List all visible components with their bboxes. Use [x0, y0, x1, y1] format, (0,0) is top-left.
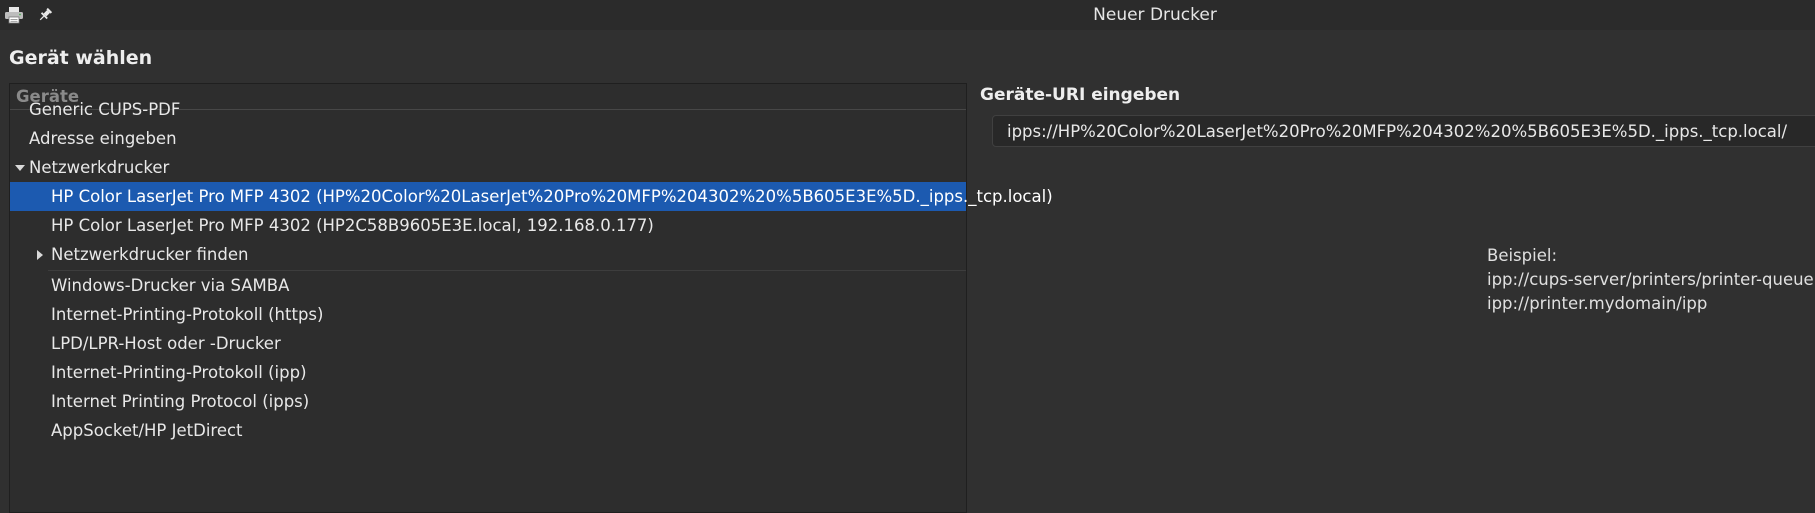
- device-tree[interactable]: Geräte Generic CUPS-PDF Adresse eingeben…: [9, 83, 1053, 513]
- example-line: ipp://cups-server/printers/printer-queue: [1487, 270, 1814, 289]
- device-item-find-network-printer[interactable]: Netzwerkdrucker finden: [10, 240, 966, 269]
- device-item-ipp-https[interactable]: Internet-Printing-Protokoll (https): [10, 300, 966, 329]
- list-item-label: Windows-Drucker via SAMBA: [51, 276, 290, 295]
- list-item-label: Netzwerkdrucker: [29, 158, 170, 177]
- list-item-label: Internet-Printing-Protokoll (ipp): [51, 363, 307, 382]
- example-title: Beispiel:: [1487, 246, 1558, 265]
- list-item-label: HP Color LaserJet Pro MFP 4302 (HP%20Col…: [51, 187, 1053, 206]
- page-heading: Gerät wählen: [9, 47, 153, 69]
- expand-arrow-down-icon[interactable]: [15, 165, 25, 171]
- title-bar: Neuer Drucker: [0, 0, 1815, 30]
- list-item-label: Internet Printing Protocol (ipps): [51, 392, 310, 411]
- device-uri-input[interactable]: [992, 115, 1815, 147]
- list-item-label: AppSocket/HP JetDirect: [51, 421, 243, 440]
- list-item-label: Netzwerkdrucker finden: [51, 245, 249, 264]
- list-item-label: HP Color LaserJet Pro MFP 4302 (HP2C58B9…: [51, 216, 654, 235]
- list-item-label: LPD/LPR-Host oder -Drucker: [51, 334, 281, 353]
- device-item-appsocket[interactable]: AppSocket/HP JetDirect: [10, 416, 966, 445]
- device-item-ipp[interactable]: Internet-Printing-Protokoll (ipp): [10, 358, 966, 387]
- list-item-label: Internet-Printing-Protokoll (https): [51, 305, 324, 324]
- device-item-network-printers[interactable]: Netzwerkdrucker: [10, 153, 966, 182]
- device-item-ipps[interactable]: Internet Printing Protocol (ipps): [10, 387, 966, 416]
- device-item-hp-local[interactable]: HP Color LaserJet Pro MFP 4302 (HP2C58B9…: [10, 211, 966, 240]
- list-item-label: Adresse eingeben: [29, 129, 177, 148]
- device-item-hp-ipps[interactable]: HP Color LaserJet Pro MFP 4302 (HP%20Col…: [10, 182, 1053, 211]
- device-item-samba[interactable]: Windows-Drucker via SAMBA: [10, 271, 966, 300]
- expand-arrow-right-icon[interactable]: [37, 250, 43, 260]
- device-item-lpd[interactable]: LPD/LPR-Host oder -Drucker: [10, 329, 966, 358]
- window-title: Neuer Drucker: [1093, 5, 1217, 25]
- example-line: ipp://printer.mydomain/ipp: [1487, 294, 1708, 313]
- uri-label: Geräte-URI eingeben: [980, 85, 1181, 105]
- device-item-generic-cups-pdf[interactable]: Generic CUPS-PDF: [10, 95, 966, 124]
- list-item-label: Generic CUPS-PDF: [29, 100, 181, 119]
- device-item-enter-address[interactable]: Adresse eingeben: [10, 124, 966, 153]
- uri-example: Beispiel: ipp://cups-server/printers/pri…: [1487, 244, 1814, 316]
